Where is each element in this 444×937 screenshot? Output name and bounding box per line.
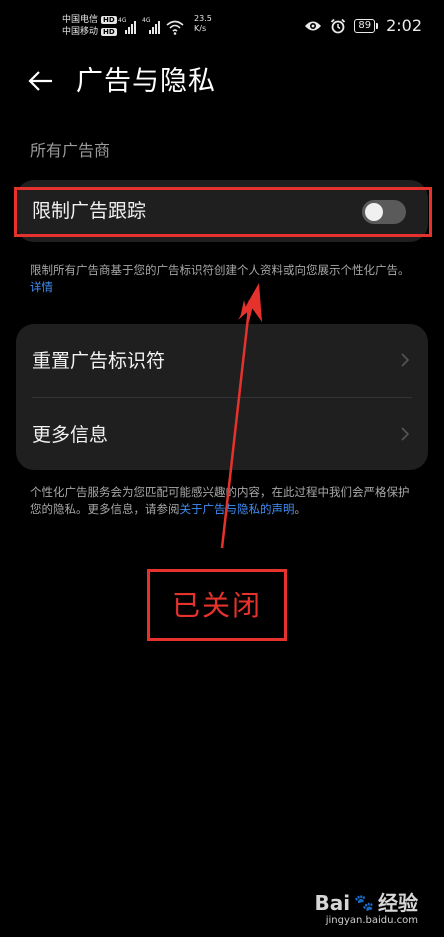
baidu-logo: Bai 🐾 经验 [314, 891, 418, 915]
eye-icon [305, 21, 322, 30]
screen: 中国电信 HD 中国移动 HD 4G 4G 23.5 K/s 89 2:02 广… [0, 0, 444, 937]
paw-icon: 🐾 [354, 893, 374, 912]
personalized-ads-text-end: 。 [294, 502, 307, 516]
reset-ad-id-label: 重置广告标识符 [32, 350, 166, 372]
privacy-statement-link[interactable]: 关于广告与隐私的声明 [180, 502, 295, 516]
section-label: 所有广告商 [30, 141, 111, 160]
ad-options-card: 重置广告标识符 更多信息 [16, 324, 428, 470]
limit-tracking-description-text: 限制所有广告商基于您的广告标识符创建个人资料或向您展示个性化广告。 [30, 263, 410, 277]
back-arrow-icon[interactable] [26, 66, 56, 96]
chevron-right-icon [401, 427, 410, 441]
hd-badge: HD [101, 28, 117, 36]
wifi-icon [166, 20, 184, 35]
watermark-brand-suffix: 经验 [378, 891, 418, 915]
signal-2-icon: 4G [142, 18, 160, 36]
signal-group: 4G 4G [118, 14, 184, 36]
page-title: 广告与隐私 [76, 66, 216, 97]
clock-time: 2:02 [386, 16, 422, 35]
annotation-highlight-box [14, 187, 432, 237]
baidu-watermark: Bai 🐾 经验 jingyan.baidu.com [314, 891, 418, 927]
carrier-info: 中国电信 HD 中国移动 HD [62, 14, 117, 38]
network-speed-unit: K/s [194, 24, 207, 33]
watermark-brand: Bai [314, 891, 351, 915]
carrier-1-label: 中国电信 [62, 15, 99, 25]
reset-ad-id-row[interactable]: 重置广告标识符 [16, 324, 428, 396]
watermark-site: jingyan.baidu.com [325, 915, 418, 926]
carrier-2-label: 中国移动 [62, 27, 99, 37]
alarm-icon [331, 18, 346, 33]
signal-1-icon: 4G [118, 18, 136, 36]
battery-level: 89 [354, 18, 376, 33]
annotation-box: 已关闭 [147, 569, 287, 641]
more-info-label: 更多信息 [32, 424, 109, 446]
network-speed: 23.5 K/s [194, 14, 212, 34]
battery-icon: 89 [354, 18, 379, 33]
network-speed-value: 23.5 [194, 14, 212, 23]
status-right: 89 2:02 [304, 16, 422, 35]
personalized-ads-description: 个性化广告服务会为您匹配可能感兴趣的内容，在此过程中我们会严格保护您的隐私。更多… [30, 484, 420, 518]
status-bar: 中国电信 HD 中国移动 HD 4G 4G 23.5 K/s 89 2:02 [0, 0, 444, 52]
limit-tracking-description: 限制所有广告商基于您的广告标识符创建个人资料或向您展示个性化广告。详情 [30, 262, 420, 296]
hd-badge: HD [101, 16, 117, 24]
page-header: 广告与隐私 [0, 58, 444, 106]
more-info-row[interactable]: 更多信息 [16, 398, 428, 470]
details-link[interactable]: 详情 [30, 280, 53, 294]
annotation-text: 已关闭 [171, 589, 262, 622]
chevron-right-icon [401, 353, 410, 367]
